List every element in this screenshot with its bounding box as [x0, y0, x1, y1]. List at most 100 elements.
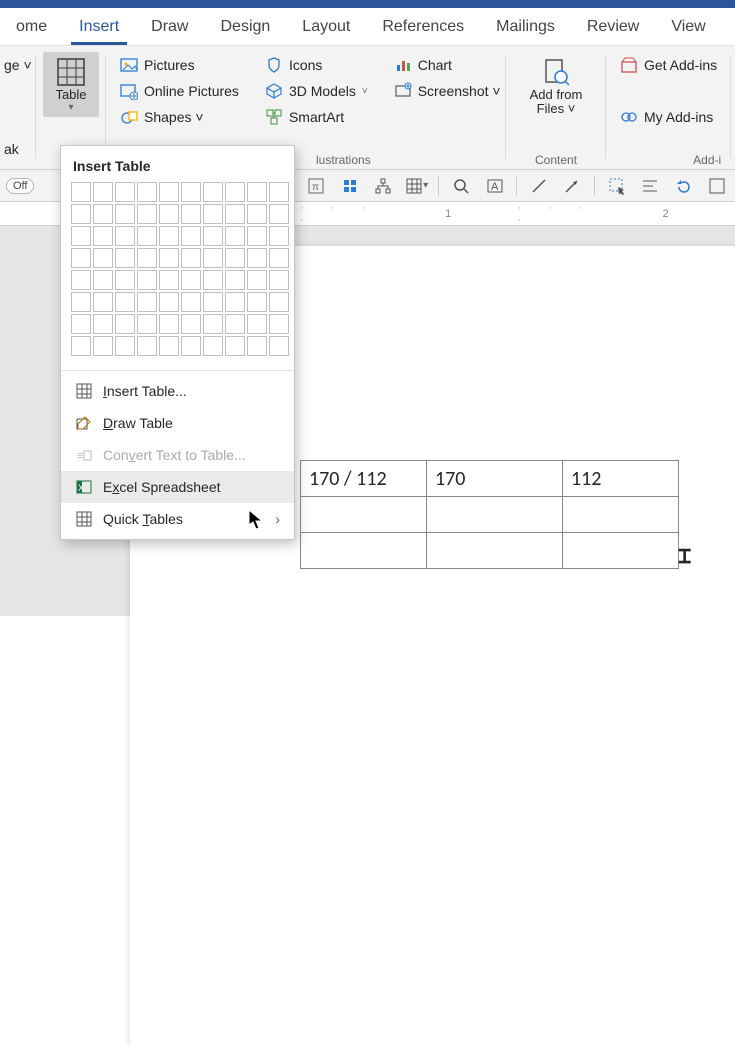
- grid-cell[interactable]: [247, 182, 267, 202]
- grid-cell[interactable]: [137, 248, 157, 268]
- grid-cell[interactable]: [137, 182, 157, 202]
- tab-review[interactable]: Review: [571, 10, 655, 44]
- grid-cell[interactable]: [93, 336, 113, 356]
- grid-cell[interactable]: [203, 204, 223, 224]
- grid-cell[interactable]: [159, 314, 179, 334]
- grid-cell[interactable]: [71, 314, 91, 334]
- grid-cell[interactable]: [247, 204, 267, 224]
- shapes-button[interactable]: Shapes ˅: [116, 104, 243, 130]
- grid-cell[interactable]: [225, 292, 245, 312]
- pictures-button[interactable]: Pictures: [116, 52, 243, 78]
- grid-cell[interactable]: [181, 336, 201, 356]
- grid-cell[interactable]: [181, 226, 201, 246]
- 3d-models-button[interactable]: 3D Models ˅: [261, 78, 372, 104]
- menu-insert-table[interactable]: Insert Table...: [61, 375, 294, 407]
- tab-design[interactable]: Design: [204, 10, 286, 44]
- grid-cell[interactable]: [137, 314, 157, 334]
- grid-cell[interactable]: [115, 270, 135, 290]
- tab-layout[interactable]: Layout: [286, 10, 366, 44]
- cell-b3[interactable]: [427, 533, 563, 569]
- grid-cell[interactable]: [181, 182, 201, 202]
- zoom-icon[interactable]: [449, 174, 472, 198]
- grid-cell[interactable]: [269, 204, 289, 224]
- grid-cell[interactable]: [115, 226, 135, 246]
- grid-cell[interactable]: [159, 226, 179, 246]
- grid-cell[interactable]: [93, 248, 113, 268]
- cover-page-button[interactable]: ge ˅: [0, 52, 26, 78]
- grid-cell[interactable]: [115, 336, 135, 356]
- grid-cell[interactable]: [203, 292, 223, 312]
- cell-c2[interactable]: [563, 497, 679, 533]
- tab-references[interactable]: References: [366, 10, 480, 44]
- grid-cell[interactable]: [247, 314, 267, 334]
- page-break-button[interactable]: ak: [0, 136, 26, 162]
- tab-home[interactable]: ome: [0, 10, 63, 44]
- grid-cell[interactable]: [115, 292, 135, 312]
- grid-cell[interactable]: [115, 182, 135, 202]
- grid-cell[interactable]: [93, 204, 113, 224]
- grid-cell[interactable]: [93, 226, 113, 246]
- grid-cell[interactable]: [225, 182, 245, 202]
- grid-cell[interactable]: [115, 314, 135, 334]
- grid-cell[interactable]: [181, 270, 201, 290]
- grid-cell[interactable]: [181, 248, 201, 268]
- grid-cell[interactable]: [225, 336, 245, 356]
- grid-cell[interactable]: [247, 248, 267, 268]
- grid-cell[interactable]: [203, 226, 223, 246]
- grid-cell[interactable]: [159, 336, 179, 356]
- cell-a2[interactable]: [301, 497, 427, 533]
- grid-cell[interactable]: [159, 270, 179, 290]
- grid-cell[interactable]: [269, 292, 289, 312]
- screenshot-button[interactable]: Screenshot ˅: [390, 78, 505, 104]
- grid-cell[interactable]: [269, 248, 289, 268]
- cell-b1[interactable]: 170: [427, 461, 563, 497]
- grid-cell[interactable]: [225, 270, 245, 290]
- cell-b2[interactable]: [427, 497, 563, 533]
- grid-cell[interactable]: [71, 226, 91, 246]
- cell-c3[interactable]: [563, 533, 679, 569]
- grid-cell[interactable]: [159, 248, 179, 268]
- track-changes-toggle[interactable]: Off: [6, 178, 34, 194]
- icons-button[interactable]: Icons: [261, 52, 372, 78]
- grid-cell[interactable]: [203, 270, 223, 290]
- menu-excel-spreadsheet[interactable]: X Excel Spreadsheet: [61, 471, 294, 503]
- grid-cell[interactable]: [269, 226, 289, 246]
- grid-cell[interactable]: [159, 182, 179, 202]
- grid-cell[interactable]: [181, 314, 201, 334]
- tab-draw[interactable]: Draw: [135, 10, 204, 44]
- grid-cell[interactable]: [137, 226, 157, 246]
- line-shape-icon[interactable]: [527, 174, 550, 198]
- grid-cell[interactable]: [225, 226, 245, 246]
- select-objects-icon[interactable]: [605, 174, 628, 198]
- grid-cell[interactable]: [225, 204, 245, 224]
- grid-cell[interactable]: [269, 270, 289, 290]
- grid-cell[interactable]: [71, 204, 91, 224]
- grid-cell[interactable]: [93, 182, 113, 202]
- grid-cell[interactable]: [247, 292, 267, 312]
- grid-cell[interactable]: [225, 314, 245, 334]
- grid-cell[interactable]: [159, 292, 179, 312]
- align-icon[interactable]: [639, 174, 662, 198]
- grid-cell[interactable]: [71, 270, 91, 290]
- cell-a1[interactable]: 170 / 112: [301, 461, 427, 497]
- insert-table-qat-icon[interactable]: ▾: [405, 174, 428, 198]
- grid-cell[interactable]: [203, 336, 223, 356]
- grid-cell[interactable]: [247, 336, 267, 356]
- get-addins-button[interactable]: Get Add-ins: [616, 52, 721, 78]
- my-addins-button[interactable]: My Add-ins: [616, 104, 721, 130]
- smartart-button[interactable]: SmartArt: [261, 104, 372, 130]
- menu-draw-table[interactable]: Draw Table: [61, 407, 294, 439]
- table-button[interactable]: Table ▾: [43, 52, 99, 117]
- grid-cell[interactable]: [203, 314, 223, 334]
- table-size-grid[interactable]: [61, 182, 294, 366]
- grid-cell[interactable]: [115, 204, 135, 224]
- grid-cell[interactable]: [269, 314, 289, 334]
- grid-cell[interactable]: [225, 248, 245, 268]
- grid-cell[interactable]: [71, 182, 91, 202]
- tab-developer[interactable]: Deve: [722, 10, 735, 44]
- grid-cell[interactable]: [269, 182, 289, 202]
- cell-c1[interactable]: 112: [563, 461, 679, 497]
- tab-view[interactable]: View: [655, 10, 721, 44]
- grid-cell[interactable]: [181, 292, 201, 312]
- arrow-shape-icon[interactable]: [561, 174, 584, 198]
